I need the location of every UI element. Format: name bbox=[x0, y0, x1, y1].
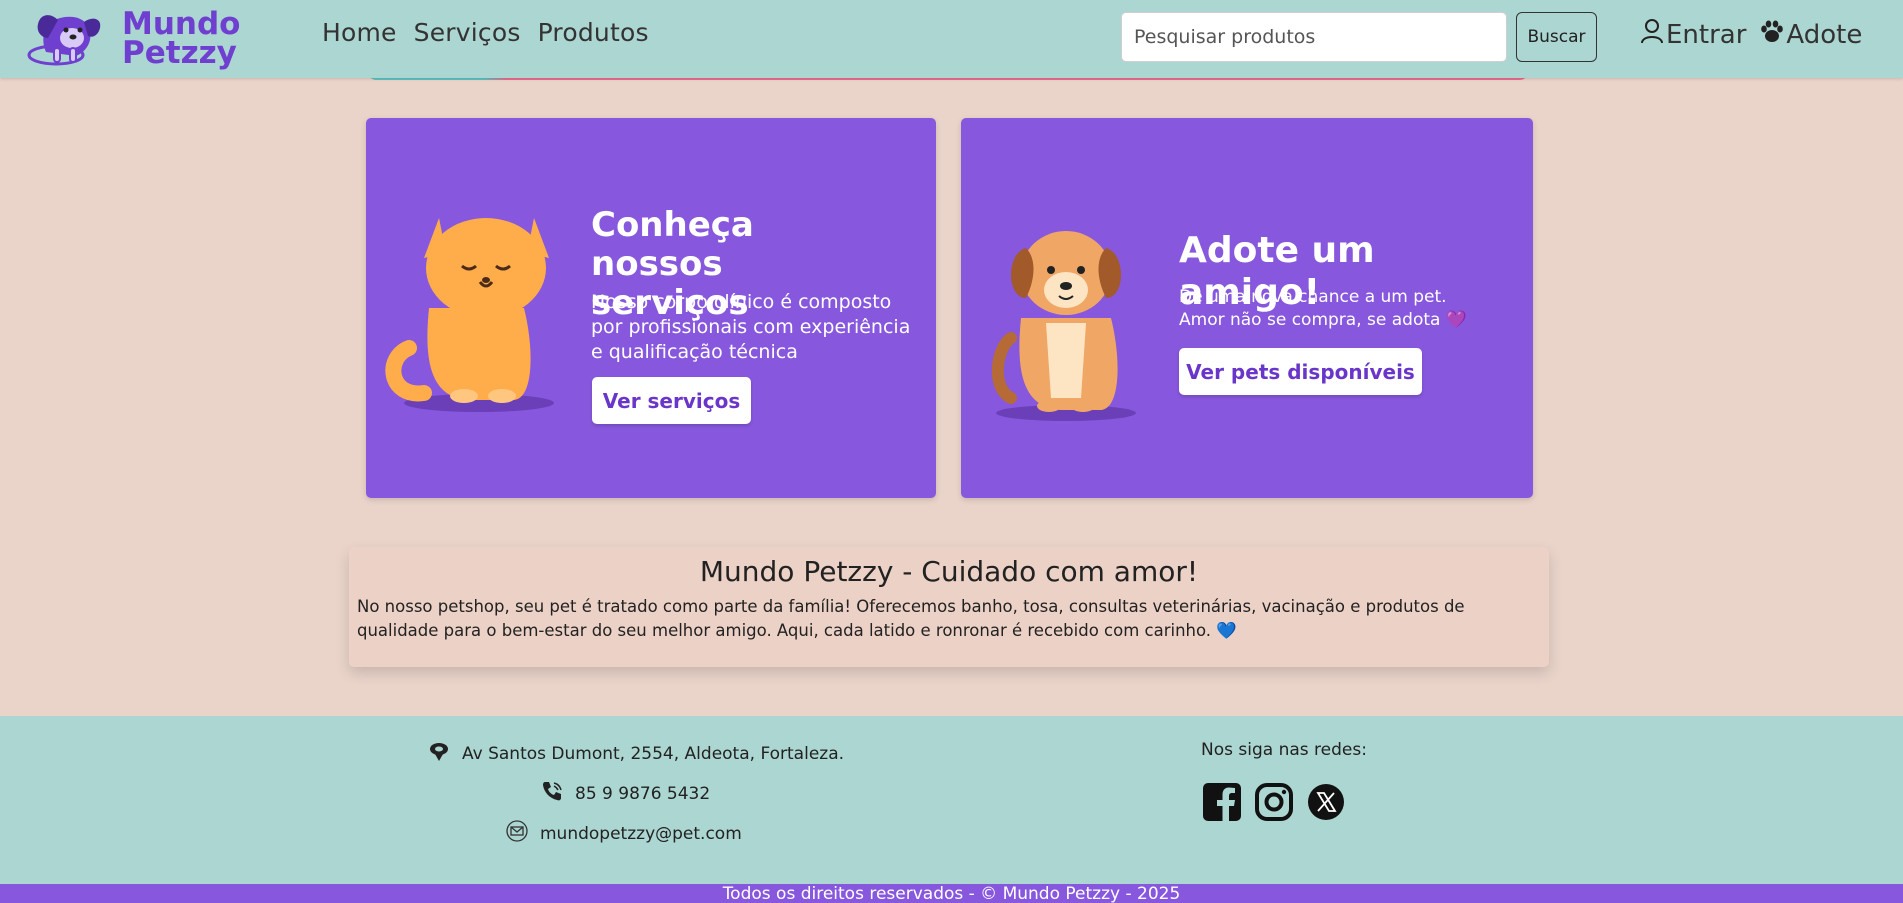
nav-services-link[interactable]: Serviços bbox=[414, 18, 521, 47]
user-icon bbox=[1640, 18, 1666, 51]
instagram-icon bbox=[1254, 783, 1294, 826]
navbar: Mundo Petzzy Home Serviços Produtos Busc… bbox=[0, 0, 1903, 78]
services-card: Conheça nossos serviços Nosso corpo clín… bbox=[366, 118, 936, 498]
adopt-link[interactable]: Adote bbox=[1760, 18, 1862, 51]
mail-icon bbox=[506, 820, 540, 847]
dog-logo-icon bbox=[26, 8, 108, 70]
login-link[interactable]: Entrar bbox=[1640, 18, 1746, 51]
brand-name: Mundo Petzzy bbox=[122, 9, 240, 71]
x-icon bbox=[1306, 784, 1346, 826]
nav-products-link[interactable]: Produtos bbox=[538, 18, 649, 47]
search-button[interactable]: Buscar bbox=[1516, 12, 1597, 62]
phone-icon bbox=[541, 780, 575, 807]
adopt-label: Adote bbox=[1786, 19, 1863, 50]
brand-logo-link[interactable]: Mundo Petzzy bbox=[26, 8, 240, 70]
adopt-card-description: Dê uma nova chance a um pet. Amor não se… bbox=[1179, 286, 1479, 332]
phone-text: 85 9 9876 5432 bbox=[575, 783, 711, 804]
copyright-bar: Todos os direitos reservados - © Mundo P… bbox=[0, 884, 1903, 903]
about-title: Mundo Petzzy - Cuidado com amor! bbox=[699, 555, 1199, 588]
about-section: Mundo Petzzy - Cuidado com amor! No noss… bbox=[349, 547, 1549, 667]
x-link[interactable] bbox=[1306, 782, 1346, 826]
login-label: Entrar bbox=[1666, 19, 1747, 50]
email-row: mundopetzzy@pet.com bbox=[506, 820, 742, 847]
paw-icon bbox=[1760, 18, 1786, 51]
dog-illustration bbox=[991, 208, 1141, 428]
footer: Av Santos Dumont, 2554, Aldeota, Fortale… bbox=[0, 716, 1903, 884]
location-icon bbox=[428, 740, 462, 767]
instagram-link[interactable] bbox=[1254, 782, 1294, 826]
nav-right: Entrar Adote bbox=[1640, 18, 1862, 51]
nav-home-link[interactable]: Home bbox=[322, 18, 397, 47]
see-services-button[interactable]: Ver serviços bbox=[592, 377, 751, 424]
address-row: Av Santos Dumont, 2554, Aldeota, Fortale… bbox=[428, 740, 844, 767]
follow-label: Nos siga nas redes: bbox=[1201, 740, 1367, 760]
phone-row: 85 9 9876 5432 bbox=[541, 780, 710, 807]
social-links bbox=[1202, 782, 1346, 826]
brand-line-2: Petzzy bbox=[122, 35, 237, 71]
main-nav: Home Serviços Produtos bbox=[322, 18, 649, 47]
address-text: Av Santos Dumont, 2554, Aldeota, Fortale… bbox=[462, 743, 845, 764]
adopt-card: Adote um amigo! Dê uma nova chance a um … bbox=[961, 118, 1533, 498]
see-pets-button[interactable]: Ver pets disponíveis bbox=[1179, 348, 1422, 395]
services-card-description: Nosso corpo clínico é composto por profi… bbox=[591, 291, 911, 363]
search-input[interactable] bbox=[1121, 12, 1507, 62]
facebook-link[interactable] bbox=[1202, 782, 1242, 826]
adopt-card-line-1: Dê uma nova chance a um pet. bbox=[1179, 287, 1447, 307]
adopt-card-line-2: Amor não se compra, se adota 💜 bbox=[1179, 310, 1467, 330]
email-text[interactable]: mundopetzzy@pet.com bbox=[540, 824, 742, 844]
cat-illustration bbox=[384, 198, 554, 418]
facebook-icon bbox=[1202, 783, 1242, 826]
about-text: No nosso petshop, seu pet é tratado como… bbox=[357, 597, 1465, 640]
